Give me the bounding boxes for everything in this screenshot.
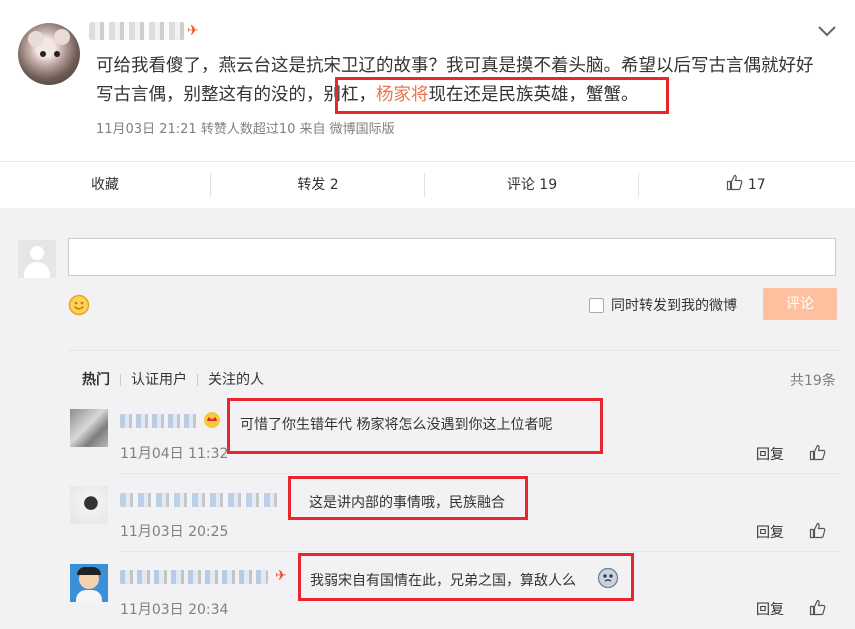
tab-following[interactable]: 关注的人 [208,369,264,389]
comment-text: 我弱宋自有国情在此，兄弟之国，算敌人么 [310,573,576,589]
author-name-blurred[interactable] [89,22,185,40]
repost-checkbox-label: 同时转发到我的微博 [611,298,737,314]
comment-filter-tabs: 热门 认证用户 关注的人 [82,369,264,389]
reply-button[interactable]: 回复 [756,444,784,464]
comment-time: 11月03日 20:25 [120,524,229,540]
author-avatar[interactable] [18,23,80,85]
author-badge-icon: ✈ [187,23,199,39]
comment-text: 这是讲内部的事情哦，民族融合 [309,495,505,511]
submit-comment-button[interactable]: 评论 [763,288,837,320]
tab-verified[interactable]: 认证用户 [131,369,187,389]
comment-time: 11月03日 20:34 [120,602,229,618]
smiley-icon[interactable] [68,294,90,316]
crown-icon [204,412,220,428]
post-meta: 11月03日 21:21 转赞人数超过10 来自 微博国际版 [96,122,395,137]
current-user-avatar [18,240,56,278]
chevron-down-icon[interactable] [816,24,838,38]
commenter-name-blurred[interactable] [120,570,268,584]
commenter-name-blurred[interactable] [120,414,198,428]
comment-text: 可惜了你生错年代 杨家将怎么没遇到你这上位者呢 [240,417,553,433]
post-action-bar: 收藏 转发 2 评论 19 17 [0,162,855,208]
repost-button[interactable]: 转发 2 [253,162,383,208]
commenter-avatar[interactable] [70,409,108,447]
tab-hot[interactable]: 热门 [82,369,110,389]
comment-input[interactable] [68,238,836,276]
favorite-button[interactable]: 收藏 [40,162,170,208]
thumbs-up-icon[interactable] [809,444,826,461]
reply-button[interactable]: 回复 [756,599,784,619]
like-count: 17 [747,177,766,193]
thumbs-up-icon[interactable] [809,522,826,539]
thumbs-up-icon[interactable] [809,599,826,616]
commenter-name-blurred[interactable] [120,493,280,507]
reply-button[interactable]: 回复 [756,522,784,542]
thumbs-up-icon [727,174,743,191]
annotation-box-post [335,77,669,114]
repost-checkbox[interactable] [589,298,604,313]
like-button[interactable]: 17 [681,162,811,208]
comment-button[interactable]: 评论 19 [467,162,597,208]
vip-badge-icon: ✈ [275,568,287,584]
emoji-icon [597,567,619,589]
commenter-avatar[interactable] [70,486,108,524]
commenter-avatar[interactable] [70,564,108,602]
comment-total: 共19条 [790,373,836,389]
comment-time: 11月04日 11:32 [120,446,229,462]
